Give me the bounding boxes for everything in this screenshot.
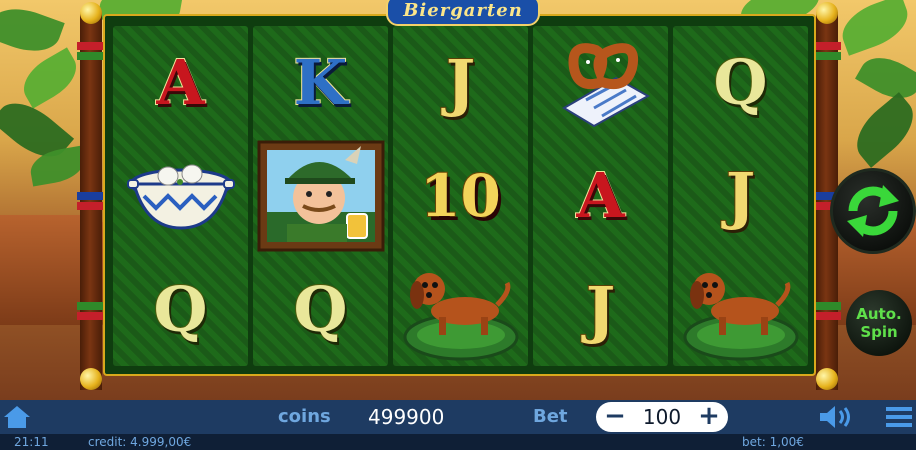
symbol-card-a: A: [155, 45, 205, 119]
symbol-card-j: J: [445, 45, 476, 119]
auto-spin-button[interactable]: Auto. Spin: [846, 290, 912, 356]
spin-arrows-icon: [847, 185, 899, 237]
symbol-card-q: Q: [292, 272, 348, 346]
reel-2: K Q: [253, 26, 388, 366]
speaker-icon[interactable]: [818, 404, 856, 430]
post-knob: [80, 368, 102, 390]
home-icon[interactable]: [2, 404, 32, 430]
symbol-card-10: 10: [419, 161, 502, 230]
dachshund-symbol: [673, 253, 808, 366]
left-post: [77, 12, 105, 390]
soup-bowl-symbol: [113, 139, 248, 252]
bet-stepper: − 100 +: [596, 402, 728, 432]
symbol-card-a: A: [575, 158, 625, 232]
reel-grid: A Q K Q J 10 A J Q J: [103, 14, 816, 376]
bet-label: Bet: [533, 406, 568, 427]
spin-button[interactable]: [830, 168, 916, 254]
symbol-card-k: K: [293, 45, 349, 119]
post-knob: [80, 2, 102, 24]
clock: 21:11: [14, 435, 49, 449]
auto-spin-label: Auto. Spin: [856, 305, 902, 341]
reel-4: A J: [533, 26, 668, 366]
coins-label: coins: [278, 406, 331, 427]
bet-display: bet: 1,00€: [742, 435, 804, 449]
bet-decrease-button[interactable]: −: [600, 402, 630, 432]
bottom-bar: coins 499900 Bet: [0, 400, 916, 434]
reel-3: J 10: [393, 26, 528, 366]
reel-1: A Q: [113, 26, 248, 366]
pretzel-symbol: [533, 26, 668, 139]
reel-5: Q J: [673, 26, 808, 366]
credit-display: credit: 4.999,00€: [88, 435, 192, 449]
game-logo-text: Biergarten: [403, 0, 523, 21]
bet-increase-button[interactable]: +: [694, 402, 724, 432]
bet-value: 100: [642, 405, 682, 429]
game-logo: Biergarten: [386, 0, 540, 26]
post-knob: [816, 368, 838, 390]
symbol-card-j: J: [725, 158, 756, 232]
status-bar: 21:11 credit: 4.999,00€ bet: 1,00€: [0, 434, 916, 450]
bavarian-man-symbol: [253, 139, 388, 252]
menu-icon[interactable]: [884, 404, 914, 430]
symbol-card-j: J: [585, 272, 616, 346]
symbol-card-q: Q: [712, 45, 768, 119]
post-knob: [816, 2, 838, 24]
dachshund-symbol: [393, 253, 528, 366]
symbol-card-q: Q: [152, 272, 208, 346]
coins-value: 499900: [368, 405, 445, 429]
